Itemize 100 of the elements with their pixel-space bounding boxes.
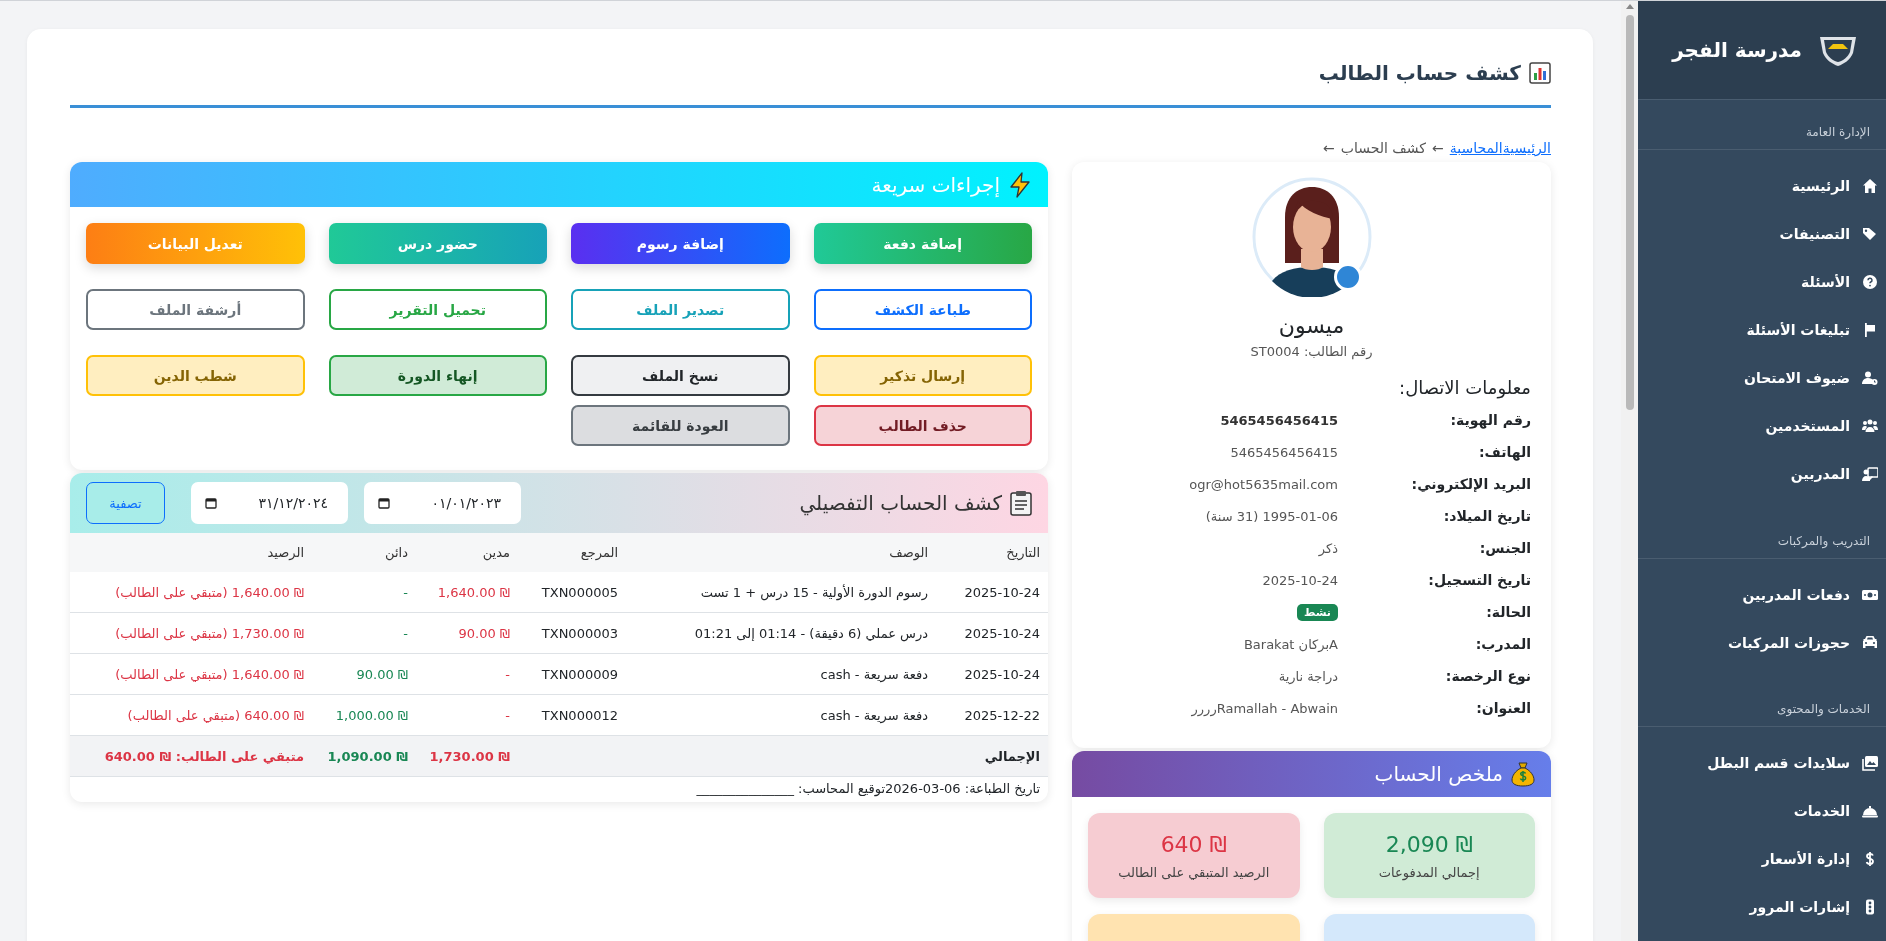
- table-cell: TXN000009: [518, 653, 626, 695]
- table-cell: 2025-10-24: [936, 612, 1048, 654]
- scrollbar[interactable]: [1621, 1, 1638, 941]
- field-label: تاريخ التسجيل:: [1428, 572, 1531, 588]
- user-clock-icon: [1862, 370, 1878, 387]
- column-header: دائن: [312, 533, 416, 572]
- field-label: الحالة:: [1486, 604, 1531, 620]
- sidebar-item[interactable]: ضيوف الامتحان: [1638, 354, 1886, 403]
- sidebar-item[interactable]: إشارات المرور: [1638, 883, 1886, 931]
- sidebar-item[interactable]: دفعات المدربين: [1638, 570, 1886, 619]
- table-cell: دفعة سريعة - cash: [626, 653, 936, 695]
- field-value: 2025-10-24: [1262, 572, 1338, 588]
- table-cell: 2025-10-24: [936, 572, 1048, 613]
- total-cell: ₪ 1,090.00: [312, 735, 416, 777]
- section-heading: التدريب والمركبات: [1777, 533, 1870, 548]
- column-header: مدين: [416, 533, 518, 572]
- clipboard-icon: [1010, 490, 1032, 516]
- action-button[interactable]: نسخ الملف: [571, 355, 790, 396]
- field-label: تاريخ الميلاد:: [1443, 508, 1531, 524]
- table-cell: TXN000005: [518, 572, 626, 613]
- field-value: ذكر: [1318, 540, 1338, 556]
- field-value: دراجة نارية: [1278, 668, 1338, 684]
- images-icon: [1862, 755, 1878, 771]
- status-badge: نشط: [1296, 603, 1338, 621]
- field-value: 5465456456415: [1230, 444, 1338, 460]
- print-note: تاريخ الطباعة: 06-03-2026توقيع المحاسب: _______________: [696, 781, 1040, 796]
- action-button[interactable]: إنهاء الدورة: [328, 355, 547, 396]
- teacher-board-icon: [1862, 466, 1878, 483]
- date-field[interactable]: ٣١/١٢/٢٠٢٤: [191, 482, 348, 524]
- table-cell: TXN000012: [518, 694, 626, 736]
- action-button[interactable]: أرشفة الملف: [86, 289, 305, 330]
- home-icon: [1862, 178, 1878, 195]
- table-cell: رسوم الدورة الأولية - 15 درس + 1 تست: [626, 572, 936, 613]
- section-heading: الخدمات والمحتوى: [1777, 702, 1870, 716]
- brand-name: مدرسة الفجر: [1672, 38, 1802, 63]
- sidebar-item[interactable]: الخدمات: [1638, 787, 1886, 835]
- sidebar-item[interactable]: إدارة الأسعار: [1638, 835, 1886, 883]
- question-icon: [1862, 274, 1878, 291]
- calendar-icon: [205, 497, 217, 509]
- table-cell: -: [312, 612, 416, 654]
- sidebar-item[interactable]: تبليغات الأسئلة: [1638, 306, 1886, 355]
- student-id: رقم الطالب: ST0004: [1250, 344, 1373, 359]
- action-button[interactable]: حذف الطالب: [813, 405, 1032, 446]
- table-cell: درس عملي (6 دقيقة) - 01:14 إلى 01:21: [626, 612, 936, 654]
- panel-title: إجراءات سريعة: [871, 172, 1000, 197]
- column-header: الوصف: [626, 533, 936, 572]
- table-cell: 2025-12-22: [936, 694, 1048, 736]
- sidebar-item[interactable]: الأسئلة: [1638, 258, 1886, 307]
- bar-chart-icon: [1529, 62, 1551, 84]
- car-icon: [1862, 634, 1878, 651]
- table-cell: ₪ 90.00: [312, 653, 416, 695]
- sidebar-item[interactable]: الرئيسية: [1638, 162, 1886, 211]
- breadcrumb-arrow: ←: [1432, 140, 1444, 156]
- table-cell: ₪ 1,000.00: [312, 694, 416, 736]
- field-label: الجنس:: [1479, 540, 1531, 556]
- breadcrumb-link[interactable]: الرئيسية: [1502, 140, 1551, 156]
- field-value: 1995-01-06 (31 سنة): [1205, 508, 1338, 524]
- column-header: المرجع: [518, 533, 626, 572]
- action-button[interactable]: إرسال تذكير: [813, 355, 1032, 396]
- stat-value: ₪ 640: [1160, 831, 1227, 857]
- filter-button[interactable]: تصفية: [86, 482, 165, 524]
- table-cell: دفعة سريعة - cash: [626, 694, 936, 736]
- total-cell: متبقي على الطالب: ₪ 640.00: [70, 735, 312, 777]
- action-button[interactable]: شطب الدين: [86, 355, 305, 396]
- table-cell: ₪ 1,640.00 (متبقي على الطالب): [70, 653, 312, 695]
- action-button[interactable]: العودة للقائمة: [571, 405, 790, 446]
- money-bag-icon: [1511, 761, 1535, 787]
- breadcrumb-link[interactable]: المحاسبة: [1449, 140, 1503, 156]
- flag-icon: [1862, 322, 1878, 339]
- student-name: ميسون: [1278, 313, 1345, 338]
- breadcrumb-current: كشف الحساب: [1340, 140, 1426, 156]
- action-button[interactable]: إضافة رسوم: [571, 223, 790, 264]
- sidebar-item[interactable]: المستخدمين: [1638, 402, 1886, 451]
- bell-icon: [1862, 803, 1878, 819]
- sidebar-item[interactable]: التصنيفات: [1638, 210, 1886, 259]
- table-cell: ₪ 640.00 (متبقي على الطالب): [70, 694, 312, 736]
- table-cell: -: [312, 572, 416, 613]
- stat-label: الرصيد المتبقي على الطالب: [1118, 864, 1270, 880]
- action-button[interactable]: طباعة الكشف: [813, 289, 1032, 330]
- table-cell: TXN000003: [518, 612, 626, 654]
- table-cell: ₪ 1,730.00 (متبقي على الطالب): [70, 612, 312, 654]
- field-label: رقم الهوية:: [1450, 412, 1531, 428]
- column-header: التاريخ: [936, 533, 1048, 572]
- field-value: ogr@hot5635mail.com: [1189, 476, 1338, 492]
- tag-icon: [1862, 226, 1878, 243]
- panel-title: كشف الحساب التفصيلي: [798, 491, 1002, 515]
- total-label: الإجمالي: [518, 735, 1048, 777]
- field-label: البريد الإلكتروني:: [1411, 476, 1531, 492]
- sidebar-item[interactable]: حجوزات المركبات: [1638, 618, 1886, 667]
- date-field[interactable]: ٠١/٠١/٢٠٢٣: [364, 482, 521, 524]
- breadcrumb-arrow: ←: [1323, 140, 1335, 156]
- page-title: كشف حساب الطالب: [1318, 61, 1521, 85]
- field-label: المدرب:: [1475, 636, 1531, 652]
- field-label: الهاتف:: [1478, 444, 1531, 460]
- table-cell: ₪ 1,640.00 (متبقي على الطالب): [70, 572, 312, 613]
- lightning-icon: [1008, 171, 1032, 198]
- sidebar-item[interactable]: المدربين: [1638, 450, 1886, 499]
- column-header: الرصيد: [70, 533, 312, 572]
- users-icon: [1862, 418, 1878, 435]
- sidebar-item[interactable]: سلايدات قسم البطل: [1638, 739, 1886, 787]
